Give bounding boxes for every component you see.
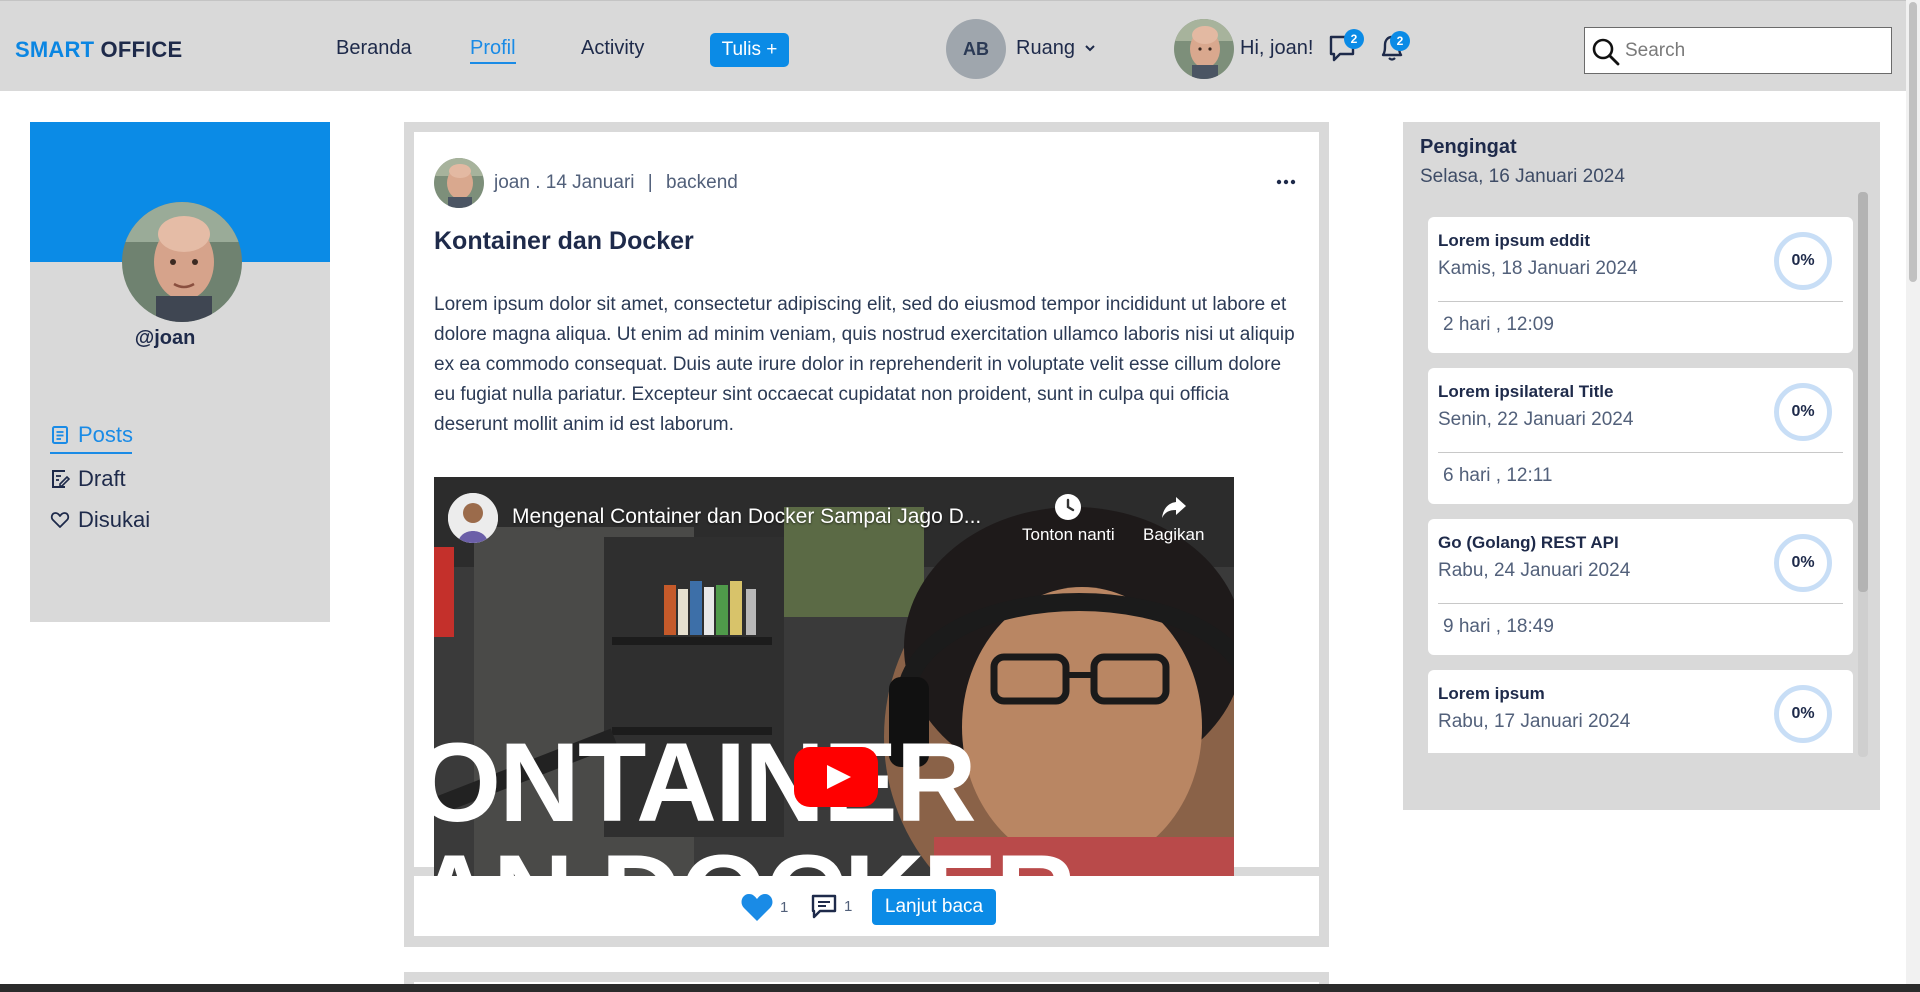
- reminders-scrollbar-thumb[interactable]: [1858, 192, 1868, 592]
- post-category[interactable]: backend: [666, 172, 738, 193]
- comment-count: 1: [844, 897, 853, 915]
- brand-part-smart: SMART: [15, 37, 95, 62]
- heart-filled-icon: [741, 894, 773, 921]
- comment-icon: [811, 894, 837, 919]
- post-content: joan . 14 Januari | backend Kontainer da…: [414, 132, 1319, 877]
- watch-later-label: Tonton nanti: [1022, 525, 1115, 544]
- video-title[interactable]: Mengenal Container dan Docker Sampai Jag…: [512, 505, 981, 529]
- nav-activity-link[interactable]: Activity: [581, 37, 644, 60]
- meta-separator: |: [647, 172, 653, 193]
- reminder-title: Lorem ipsum eddit: [1438, 231, 1591, 250]
- post-card: joan . 14 Januari | backend Kontainer da…: [404, 122, 1329, 947]
- reminder-divider: [1438, 301, 1843, 302]
- nav-home-link[interactable]: Beranda: [336, 37, 412, 60]
- reminder-title: Lorem ipsilateral Title: [1438, 382, 1614, 401]
- like-count: 1: [780, 898, 789, 916]
- post-title[interactable]: Kontainer dan Docker: [434, 227, 694, 256]
- profile-menu-posts-label: Posts: [78, 422, 134, 447]
- profile-card: @joan Posts Draft Disukai: [30, 122, 330, 622]
- share-label: Bagikan: [1143, 525, 1205, 544]
- profile-avatar[interactable]: [122, 202, 242, 322]
- profile-menu-draft[interactable]: Draft: [50, 466, 126, 492]
- reminder-date: Rabu, 17 Januari 2024: [1438, 711, 1631, 732]
- user-avatar[interactable]: [1174, 19, 1234, 79]
- post-author-avatar[interactable]: [434, 158, 484, 208]
- window-bottom-edge: [0, 984, 1920, 992]
- edit-document-icon: [52, 470, 70, 488]
- share-button[interactable]: Bagikan: [1143, 493, 1204, 545]
- reminder-title: Go (Golang) REST API: [1438, 533, 1619, 552]
- chevron-down-icon[interactable]: [1083, 38, 1097, 58]
- reminders-title: Pengingat: [1420, 136, 1517, 158]
- reminder-remaining: 6 hari , 12:11: [1443, 465, 1553, 486]
- reminder-progress-ring: 0%: [1774, 685, 1832, 743]
- notifications-badge: 2: [1390, 31, 1410, 51]
- reminder-remaining: 9 hari , 18:49: [1443, 616, 1554, 637]
- post-date: . 14 Januari: [535, 172, 635, 193]
- youtube-play-icon[interactable]: [794, 747, 878, 807]
- room-dropdown-label[interactable]: Ruang: [1016, 37, 1075, 60]
- post-author[interactable]: joan: [494, 172, 530, 193]
- reminder-date: Kamis, 18 Januari 2024: [1438, 258, 1638, 279]
- reminder-progress-ring: 0%: [1774, 232, 1832, 290]
- profile-menu-posts[interactable]: Posts: [50, 422, 134, 454]
- reminder-card[interactable]: Lorem ipsum eddit Kamis, 18 Januari 2024…: [1428, 217, 1853, 353]
- reminder-card[interactable]: Lorem ipsilateral Title Senin, 22 Januar…: [1428, 368, 1853, 504]
- post-meta: joan . 14 Januari | backend: [494, 172, 738, 194]
- document-icon: [52, 426, 68, 444]
- more-options-icon[interactable]: [1274, 172, 1298, 192]
- active-underline: [50, 452, 132, 454]
- write-button[interactable]: Tulis +: [710, 33, 789, 67]
- heart-icon: [50, 512, 70, 528]
- watch-later-button[interactable]: Tonton nanti: [1022, 493, 1115, 545]
- messages-badge: 2: [1344, 29, 1364, 49]
- reminder-progress-ring: 0%: [1774, 383, 1832, 441]
- post-body: Lorem ipsum dolor sit amet, consectetur …: [434, 294, 1295, 435]
- user-greeting: Hi, joan!: [1240, 37, 1314, 59]
- top-navbar: SMART OFFICE Beranda Profil Activity Tul…: [0, 0, 1906, 91]
- like-button[interactable]: 1: [740, 892, 788, 922]
- reminders-panel: Pengingat Selasa, 16 Januari 2024 Lorem …: [1403, 122, 1880, 810]
- reminder-date: Senin, 22 Januari 2024: [1438, 409, 1634, 430]
- reminder-card[interactable]: Lorem ipsum Rabu, 17 Januari 2024 0%: [1428, 670, 1853, 753]
- profile-menu-liked[interactable]: Disukai: [50, 507, 150, 533]
- reminder-divider: [1438, 603, 1843, 604]
- reminder-title: Lorem ipsum: [1438, 684, 1545, 703]
- reminder-divider: [1438, 452, 1843, 453]
- reminders-list[interactable]: Lorem ipsum eddit Kamis, 18 Januari 2024…: [1423, 217, 1863, 753]
- reminder-card[interactable]: Go (Golang) REST API Rabu, 24 Januari 20…: [1428, 519, 1853, 655]
- nav-profile-link[interactable]: Profil: [470, 37, 516, 64]
- share-arrow-icon: [1161, 497, 1186, 518]
- page-scrollbar-thumb[interactable]: [1909, 2, 1917, 282]
- search-input[interactable]: [1625, 36, 1885, 66]
- reminder-remaining: 2 hari , 12:09: [1443, 314, 1554, 335]
- clock-icon: [1055, 494, 1082, 520]
- profile-menu-draft-label: Draft: [78, 466, 126, 491]
- profile-menu-liked-label: Disukai: [78, 507, 151, 532]
- read-more-button[interactable]: Lanjut baca: [872, 889, 996, 925]
- reminder-progress-ring: 0%: [1774, 534, 1832, 592]
- post-footer: 1 1 Lanjut baca: [414, 876, 1319, 936]
- comment-button[interactable]: 1: [810, 892, 852, 920]
- brand-part-office: OFFICE: [100, 37, 183, 62]
- video-embed[interactable]: Mengenal Container dan Docker Sampai Jag…: [434, 477, 1234, 877]
- room-avatar[interactable]: AB: [946, 19, 1006, 79]
- video-overlay-text-line2: AN DOCKER: [434, 839, 1076, 878]
- video-overlay-text-line1: ONTAINER: [434, 720, 977, 845]
- search-box[interactable]: [1584, 27, 1892, 74]
- brand-logo[interactable]: SMART OFFICE: [15, 37, 182, 63]
- profile-handle: @joan: [134, 327, 196, 349]
- reminder-date: Rabu, 24 Januari 2024: [1438, 560, 1631, 581]
- search-icon: [1592, 38, 1620, 66]
- channel-avatar[interactable]: [448, 493, 498, 543]
- reminders-today-date: Selasa, 16 Januari 2024: [1420, 166, 1625, 187]
